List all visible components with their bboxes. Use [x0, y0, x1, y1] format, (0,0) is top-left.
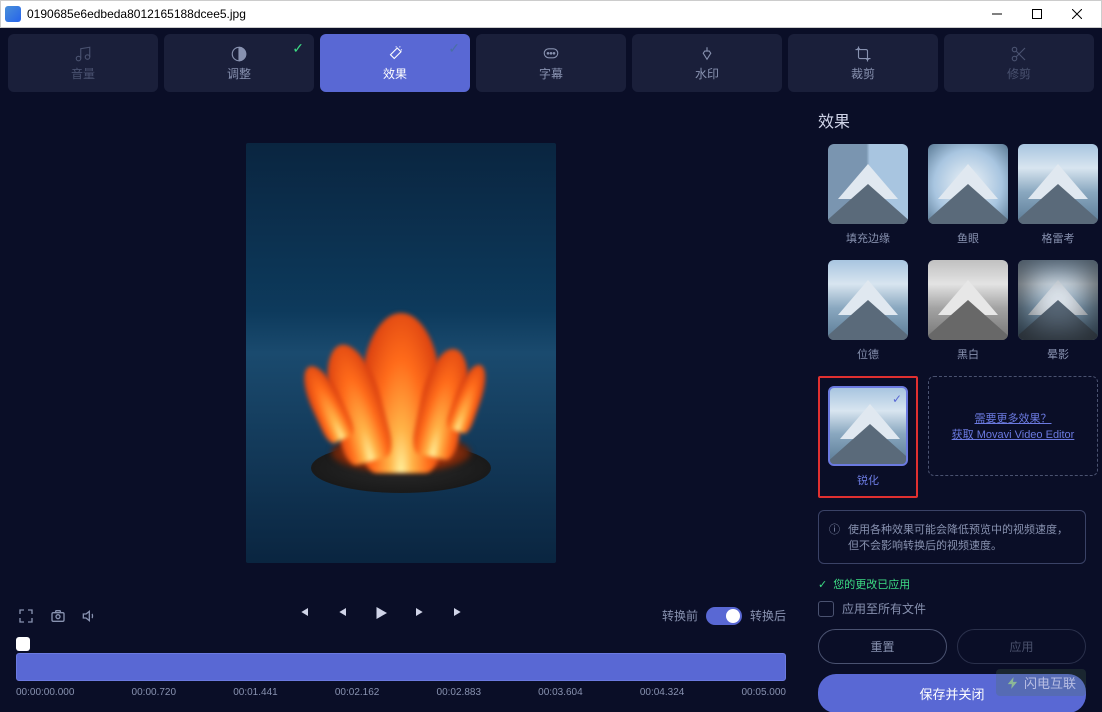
tab-label: 调整: [227, 65, 251, 82]
effect-fill-edges[interactable]: 填充边缘: [818, 144, 918, 246]
tab-trim[interactable]: 修剪: [944, 34, 1094, 92]
tab-subtitles[interactable]: 字幕: [476, 34, 626, 92]
snapshot-icon[interactable]: [48, 606, 68, 626]
tab-volume[interactable]: 音量: [8, 34, 158, 92]
tab-label: 修剪: [1007, 65, 1031, 82]
titlebar: 0190685e6edbeda8012165188dcee5.jpg: [0, 0, 1102, 28]
mute-icon[interactable]: [80, 606, 100, 626]
tab-label: 效果: [383, 65, 407, 82]
info-icon: ⓘ: [829, 521, 840, 553]
apply-all-checkbox[interactable]: [818, 601, 834, 617]
playhead[interactable]: [16, 637, 30, 651]
preview-area: [16, 106, 786, 600]
tab-watermark[interactable]: 水印: [632, 34, 782, 92]
tab-label: 水印: [695, 65, 719, 82]
tab-label: 音量: [71, 65, 95, 82]
toolbar: 音量 ✓ 调整 ✓ 效果 字幕 水印 裁剪 修剪: [0, 28, 1102, 98]
check-icon: ✓: [292, 40, 304, 57]
before-after-toggle[interactable]: [706, 607, 742, 625]
time-ruler: 00:00:00.00000:00.72000:01.44100:02.1620…: [16, 687, 786, 698]
play-button[interactable]: [372, 604, 390, 627]
info-note: ⓘ 使用各种效果可能会降低预览中的视频速度，但不会影响转换后的视频速度。: [818, 510, 1086, 564]
next-frame-button[interactable]: [412, 604, 428, 627]
panel-title: 效果: [818, 108, 1086, 132]
skip-start-button[interactable]: [296, 604, 312, 627]
effect-fisheye[interactable]: 鱼眼: [928, 144, 1008, 246]
minimize-button[interactable]: [977, 1, 1017, 27]
window-title: 0190685e6edbeda8012165188dcee5.jpg: [27, 7, 977, 21]
reset-button[interactable]: 重置: [818, 629, 947, 664]
check-icon: ✓: [818, 578, 827, 591]
more-effects-link[interactable]: 需要更多效果？ 获取 Movavi Video Editor: [928, 376, 1098, 476]
prev-frame-button[interactable]: [334, 604, 350, 627]
effect-blackwhite[interactable]: 黑白: [928, 260, 1008, 362]
close-button[interactable]: [1057, 1, 1097, 27]
maximize-button[interactable]: [1017, 1, 1057, 27]
after-label: 转换后: [750, 607, 786, 624]
watermark: 闪电互联: [996, 669, 1086, 696]
effect-vignette[interactable]: 晕影: [1018, 260, 1098, 362]
tab-label: 裁剪: [851, 65, 875, 82]
before-label: 转换前: [662, 607, 698, 624]
tab-adjust[interactable]: ✓ 调整: [164, 34, 314, 92]
timeline[interactable]: 00:00:00.00000:00.72000:01.44100:02.1620…: [16, 631, 786, 704]
app-icon: [5, 6, 21, 22]
applied-message: ✓ 您的更改已应用: [818, 576, 1086, 592]
fullscreen-icon[interactable]: [16, 606, 36, 626]
timeline-track[interactable]: [16, 653, 786, 681]
tab-crop[interactable]: 裁剪: [788, 34, 938, 92]
effect-sharpen[interactable]: ✓锐化: [828, 386, 908, 488]
skip-end-button[interactable]: [450, 604, 466, 627]
apply-button[interactable]: 应用: [957, 629, 1086, 664]
tab-label: 字幕: [539, 65, 563, 82]
effect-weide[interactable]: 位德: [818, 260, 918, 362]
check-icon: ✓: [448, 40, 460, 57]
preview-image: [246, 143, 556, 563]
tab-effects[interactable]: ✓ 效果: [320, 34, 470, 92]
effect-greco[interactable]: 格雷考: [1018, 144, 1098, 246]
apply-all-label: 应用至所有文件: [842, 600, 926, 617]
